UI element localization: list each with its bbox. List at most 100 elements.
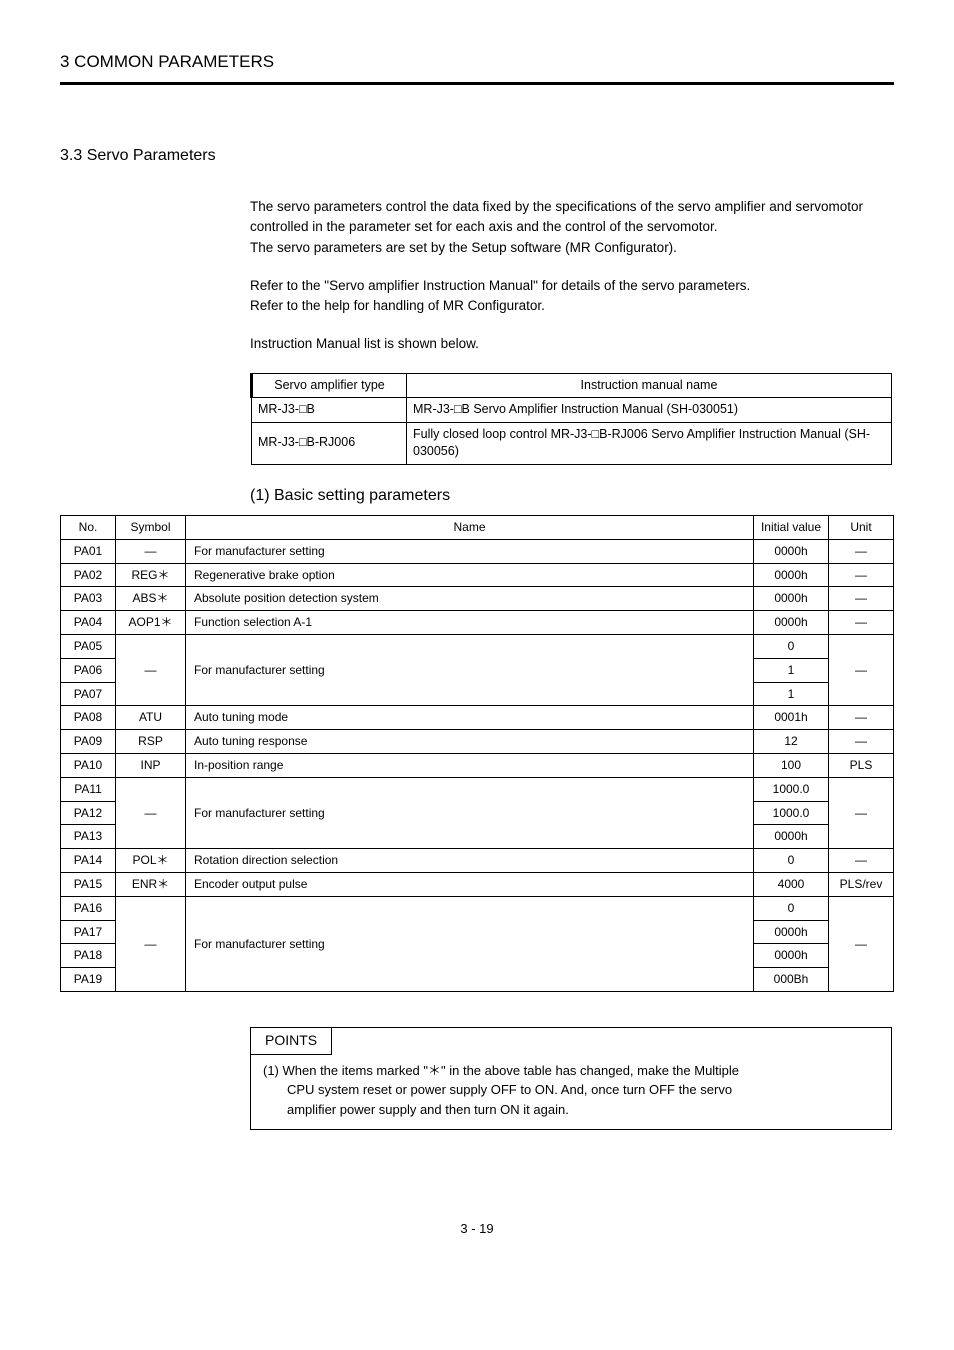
param-symbol: — xyxy=(116,896,186,991)
page-number: 3 - 19 xyxy=(60,1220,894,1238)
param-unit: — xyxy=(829,611,894,635)
manual-table-header-row: Servo amplifier type Instruction manual … xyxy=(252,373,892,398)
param-row: PA03 ABS＊ Absolute position detection sy… xyxy=(61,587,894,611)
param-initial: 0 xyxy=(754,849,829,873)
manual-type-cell: MR-J3-□B xyxy=(252,398,407,423)
param-unit: — xyxy=(829,896,894,991)
param-no: PA06 xyxy=(61,658,116,682)
param-initial: 0 xyxy=(754,635,829,659)
param-table: No. Symbol Name Initial value Unit PA01 … xyxy=(60,515,894,992)
param-initial: 1000.0 xyxy=(754,801,829,825)
param-row: PA15 ENR＊ Encoder output pulse 4000 PLS/… xyxy=(61,873,894,897)
page-header: 3 COMMON PARAMETERS xyxy=(60,50,894,85)
points-box: POINTS (1) When the items marked "＊" in … xyxy=(250,1027,892,1130)
param-initial: 1 xyxy=(754,658,829,682)
param-th-name: Name xyxy=(186,516,754,540)
param-initial: 1000.0 xyxy=(754,777,829,801)
param-unit: — xyxy=(829,635,894,706)
param-no: PA03 xyxy=(61,587,116,611)
param-symbol: — xyxy=(116,539,186,563)
param-no: PA05 xyxy=(61,635,116,659)
param-symbol: ATU xyxy=(116,706,186,730)
manual-th-name: Instruction manual name xyxy=(407,373,892,398)
param-symbol: ENR＊ xyxy=(116,873,186,897)
param-th-initial: Initial value xyxy=(754,516,829,540)
param-unit: — xyxy=(829,563,894,587)
param-unit: — xyxy=(829,539,894,563)
param-symbol: POL＊ xyxy=(116,849,186,873)
manual-table: Servo amplifier type Instruction manual … xyxy=(250,373,892,465)
section-title: 3.3 Servo Parameters xyxy=(60,145,894,167)
param-no: PA01 xyxy=(61,539,116,563)
param-symbol: INP xyxy=(116,754,186,778)
manual-type-cell: MR-J3-□B-RJ006 xyxy=(252,422,407,464)
param-th-no: No. xyxy=(61,516,116,540)
param-initial: 0000h xyxy=(754,825,829,849)
param-unit: — xyxy=(829,706,894,730)
param-no: PA13 xyxy=(61,825,116,849)
points-line3: amplifier power supply and then turn ON … xyxy=(263,1100,879,1120)
param-initial: 4000 xyxy=(754,873,829,897)
param-unit: — xyxy=(829,730,894,754)
param-symbol: — xyxy=(116,777,186,848)
param-no: PA15 xyxy=(61,873,116,897)
param-row: PA16 — For manufacturer setting 0 — xyxy=(61,896,894,920)
param-unit: — xyxy=(829,587,894,611)
param-initial: 0 xyxy=(754,896,829,920)
param-row: PA09 RSP Auto tuning response 12 — xyxy=(61,730,894,754)
param-initial: 0000h xyxy=(754,563,829,587)
manual-row: MR-J3-□B MR-J3-□B Servo Amplifier Instru… xyxy=(252,398,892,423)
param-no: PA08 xyxy=(61,706,116,730)
param-initial: 0000h xyxy=(754,539,829,563)
points-content: (1) When the items marked "＊" in the abo… xyxy=(251,1055,891,1130)
body-p3: Refer to the "Servo amplifier Instructio… xyxy=(250,278,750,293)
param-row: PA11 — For manufacturer setting 1000.0 — xyxy=(61,777,894,801)
param-th-unit: Unit xyxy=(829,516,894,540)
param-th-symbol: Symbol xyxy=(116,516,186,540)
param-name: For manufacturer setting xyxy=(186,539,754,563)
manual-name-cell: Fully closed loop control MR-J3-□B-RJ006… xyxy=(407,422,892,464)
param-symbol: ABS＊ xyxy=(116,587,186,611)
body-p2: The servo parameters are set by the Setu… xyxy=(250,240,677,255)
param-initial: 1 xyxy=(754,682,829,706)
param-no: PA07 xyxy=(61,682,116,706)
param-name: Regenerative brake option xyxy=(186,563,754,587)
param-no: PA12 xyxy=(61,801,116,825)
body-para-3: Instruction Manual list is shown below. xyxy=(250,334,894,354)
param-symbol: REG＊ xyxy=(116,563,186,587)
manual-row: MR-J3-□B-RJ006 Fully closed loop control… xyxy=(252,422,892,464)
param-row: PA01 — For manufacturer setting 0000h — xyxy=(61,539,894,563)
param-name: For manufacturer setting xyxy=(186,635,754,706)
param-initial: 000Bh xyxy=(754,968,829,992)
param-no: PA17 xyxy=(61,920,116,944)
header-title: 3 COMMON PARAMETERS xyxy=(60,50,894,74)
param-initial: 100 xyxy=(754,754,829,778)
param-row: PA08 ATU Auto tuning mode 0001h — xyxy=(61,706,894,730)
param-row: PA14 POL＊ Rotation direction selection 0… xyxy=(61,849,894,873)
param-initial: 0000h xyxy=(754,587,829,611)
param-unit: PLS xyxy=(829,754,894,778)
param-row: PA05 — For manufacturer setting 0 — xyxy=(61,635,894,659)
param-name: Rotation direction selection xyxy=(186,849,754,873)
points-label: POINTS xyxy=(251,1028,332,1055)
param-header-row: No. Symbol Name Initial value Unit xyxy=(61,516,894,540)
param-name: Encoder output pulse xyxy=(186,873,754,897)
param-unit: — xyxy=(829,849,894,873)
param-name: For manufacturer setting xyxy=(186,777,754,848)
param-initial: 12 xyxy=(754,730,829,754)
param-name: Function selection A-1 xyxy=(186,611,754,635)
manual-name-cell: MR-J3-□B Servo Amplifier Instruction Man… xyxy=(407,398,892,423)
param-unit: — xyxy=(829,777,894,848)
subsection-title: (1) Basic setting parameters xyxy=(250,485,894,507)
param-row: PA04 AOP1＊ Function selection A-1 0000h … xyxy=(61,611,894,635)
points-line2: CPU system reset or power supply OFF to … xyxy=(263,1080,879,1100)
body-p1: The servo parameters control the data fi… xyxy=(250,199,863,234)
param-name: Absolute position detection system xyxy=(186,587,754,611)
param-initial: 0001h xyxy=(754,706,829,730)
param-no: PA18 xyxy=(61,944,116,968)
param-symbol: AOP1＊ xyxy=(116,611,186,635)
param-name: Auto tuning response xyxy=(186,730,754,754)
param-no: PA02 xyxy=(61,563,116,587)
param-row: PA02 REG＊ Regenerative brake option 0000… xyxy=(61,563,894,587)
param-initial: 0000h xyxy=(754,920,829,944)
